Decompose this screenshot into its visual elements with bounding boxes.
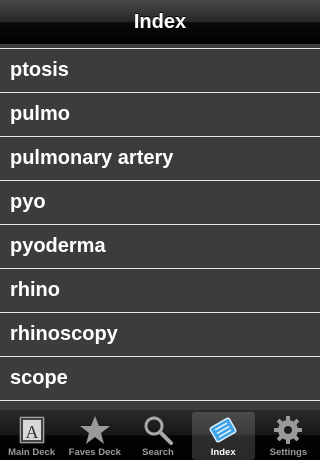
star-icon (79, 416, 110, 444)
list-item[interactable]: scope (0, 357, 320, 401)
tab-settings[interactable]: Settings (257, 410, 320, 460)
index-list[interactable]: ptosis pulmo pulmonary artery pyo pyoder… (0, 44, 320, 410)
tab-label: Main Deck (8, 447, 56, 458)
list-item[interactable]: pyoderma (0, 225, 320, 269)
page-title: Index (133, 10, 187, 33)
list-item-label: ptosis (10, 59, 69, 81)
gear-icon (274, 416, 303, 444)
list-item-label: pyoderma (10, 235, 106, 257)
list-item-label: pulmonary artery (10, 147, 174, 169)
tab-bar: A Main Deck Faves Deck Search Index Sett… (0, 410, 320, 460)
list-item-label: pyo (10, 191, 46, 213)
list-item[interactable]: rhinoscopy (0, 313, 320, 357)
list-item[interactable]: pulmo (0, 93, 320, 137)
list-item-label: pulmo (10, 103, 70, 125)
tab-label: Faves Deck (68, 447, 121, 458)
navigation-bar: Index (0, 0, 320, 45)
list-item-label: rhino (10, 279, 60, 301)
index-notebook-icon (209, 417, 237, 443)
tab-search[interactable]: Search (126, 410, 189, 460)
list-item-label: scope (10, 367, 68, 389)
list-item[interactable]: pulmonary artery (0, 137, 320, 181)
tab-label: Index (210, 447, 236, 458)
tab-faves-deck[interactable]: Faves Deck (63, 410, 126, 460)
list-item[interactable]: rhino (0, 269, 320, 313)
list-item[interactable]: ptosis (0, 49, 320, 93)
list-item[interactable]: pyo (0, 181, 320, 225)
list-item-label: rhinoscopy (10, 323, 118, 345)
tab-label: Search (142, 447, 174, 458)
book-letter-a-icon: A (19, 416, 45, 444)
tab-index[interactable]: Index (191, 412, 255, 460)
svg-text:A: A (25, 422, 38, 442)
tab-label: Settings (269, 447, 308, 458)
magnifier-icon (144, 416, 173, 445)
tab-main-deck[interactable]: A Main Deck (0, 410, 63, 460)
